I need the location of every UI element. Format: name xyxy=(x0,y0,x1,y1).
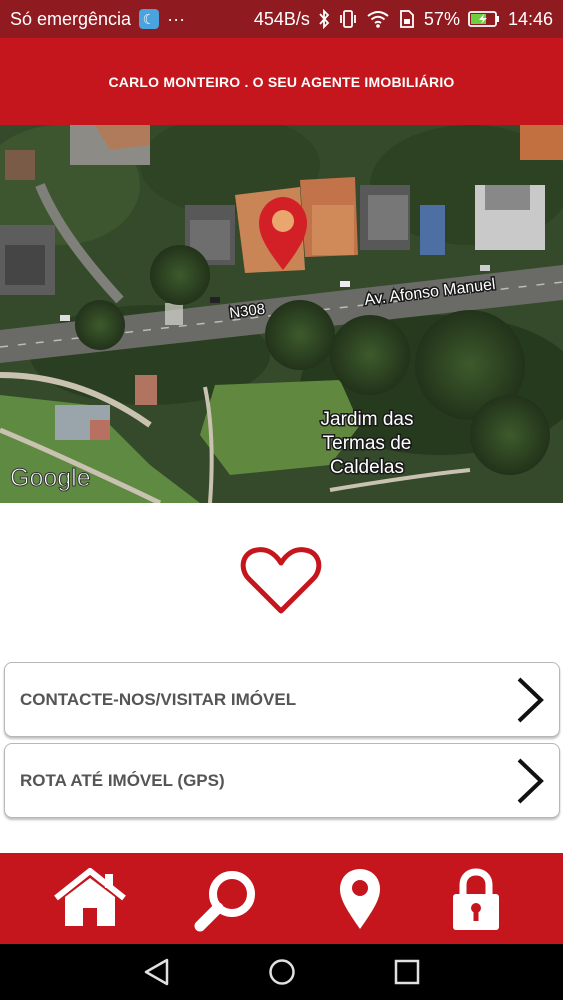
page-title: CARLO MONTEIRO . O SEU AGENTE IMOBILIÁRI… xyxy=(108,73,455,90)
system-recents-button[interactable] xyxy=(392,956,422,993)
google-attribution: Google xyxy=(10,464,91,492)
recents-icon xyxy=(394,959,420,985)
network-speed: 454B/s xyxy=(253,8,310,29)
carrier-text: Só emergência xyxy=(10,8,132,29)
home-circle-icon xyxy=(269,959,295,985)
more-notifications: ··· xyxy=(167,8,186,29)
nav-search-button[interactable] xyxy=(192,867,262,933)
contact-visit-button[interactable]: CONTACTE-NOS/VISITAR IMÓVEL xyxy=(4,662,560,737)
chevron-right-icon xyxy=(517,677,544,722)
contact-visit-label: CONTACTE-NOS/VISITAR IMÓVEL xyxy=(20,689,297,709)
search-icon xyxy=(194,871,255,932)
moon-icon: ☾ xyxy=(139,9,160,29)
back-icon xyxy=(144,958,169,986)
gps-route-button[interactable]: ROTA ATÉ IMÓVEL (GPS) xyxy=(4,743,560,818)
system-home-button[interactable] xyxy=(266,956,298,993)
lock-icon xyxy=(453,868,499,930)
clock: 14:46 xyxy=(507,8,553,29)
map-park-label-2: Termas de xyxy=(323,433,412,454)
nav-lock-button[interactable] xyxy=(450,867,502,933)
wifi-icon xyxy=(366,9,390,29)
nav-home-button[interactable] xyxy=(52,867,128,929)
system-nav-bar xyxy=(0,944,563,1000)
map-park-label-1: Jardim das xyxy=(321,409,414,430)
location-pin-icon xyxy=(340,869,380,929)
battery-icon xyxy=(468,10,500,28)
map-view[interactable]: N308 Av. Afonso Manuel Jardim das Termas… xyxy=(0,125,563,503)
battery-percent: 57% xyxy=(423,8,460,29)
bluetooth-icon xyxy=(318,9,330,29)
gps-route-label: ROTA ATÉ IMÓVEL (GPS) xyxy=(20,770,225,790)
app-header: CARLO MONTEIRO . O SEU AGENTE IMOBILIÁRI… xyxy=(0,38,563,125)
map-park-label-3: Caldelas xyxy=(330,457,404,478)
screen: Só emergência ☾ ··· 454B/s 57% 14:46 CAR… xyxy=(0,0,563,1000)
system-back-button[interactable] xyxy=(142,956,172,993)
status-bar: Só emergência ☾ ··· 454B/s 57% 14:46 xyxy=(0,0,563,38)
heart-outline-icon xyxy=(240,547,322,614)
vibrate-icon xyxy=(338,9,358,29)
favorite-button[interactable] xyxy=(240,545,322,617)
bottom-nav xyxy=(0,853,563,944)
nav-location-button[interactable] xyxy=(337,866,383,932)
sim-icon xyxy=(398,9,416,29)
chevron-right-icon xyxy=(517,758,544,803)
home-icon xyxy=(54,868,126,926)
